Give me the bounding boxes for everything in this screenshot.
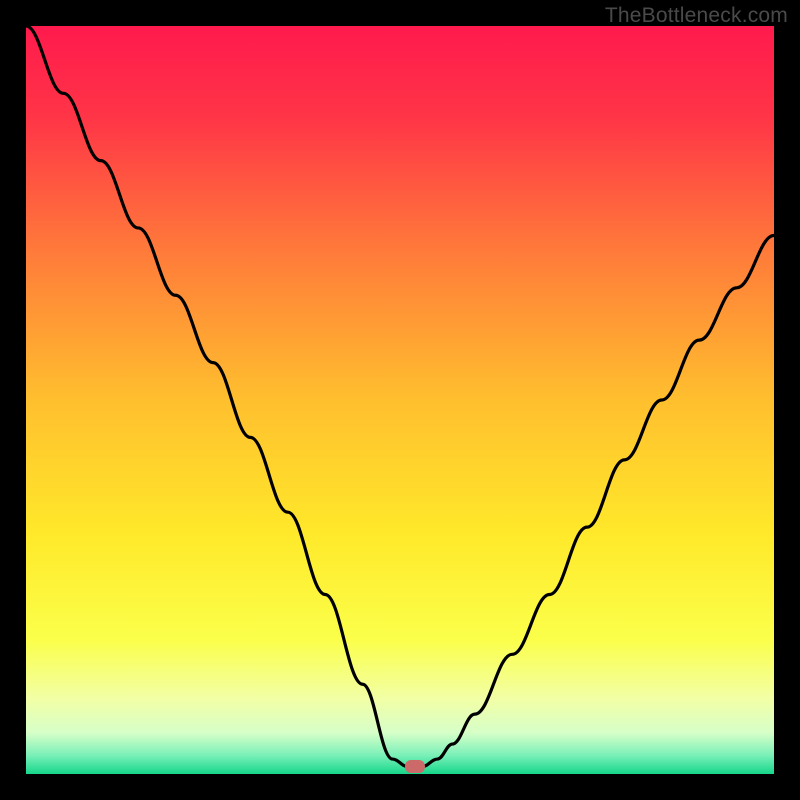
watermark-text: TheBottleneck.com bbox=[605, 4, 788, 28]
plot-area bbox=[26, 26, 774, 774]
chart-frame: TheBottleneck.com bbox=[0, 0, 800, 800]
optimal-point-marker bbox=[405, 760, 425, 773]
chart-svg bbox=[26, 26, 774, 774]
